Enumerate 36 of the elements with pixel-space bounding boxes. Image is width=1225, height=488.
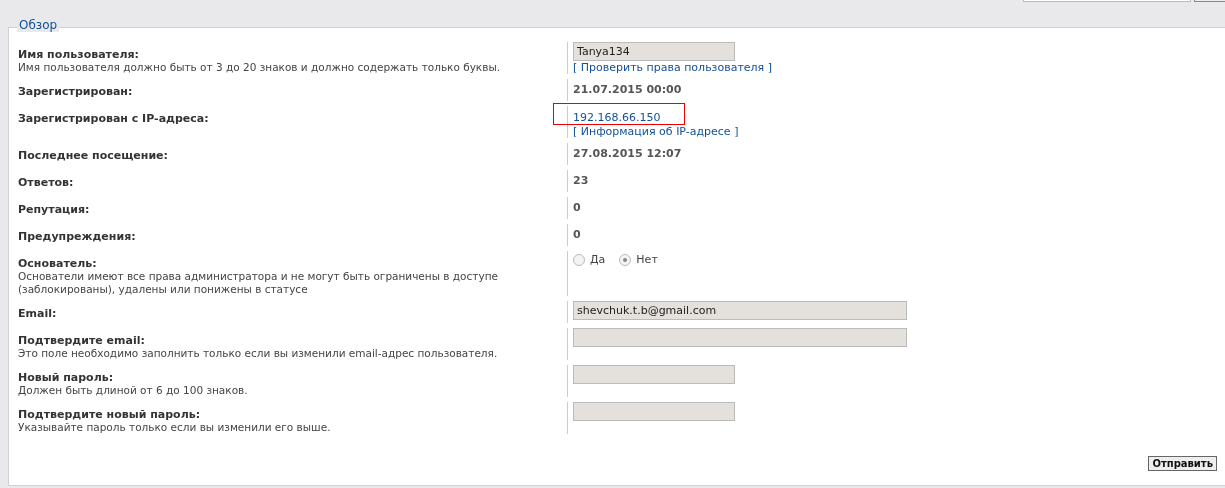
permissions-link[interactable]: [ Проверить права пользователя ] <box>573 61 773 74</box>
radio-label: Нет <box>636 253 658 266</box>
field-value: 21.07.2015 00:00 <box>573 83 682 96</box>
field-hint: Это поле необходимо заполнить только если вы изменили email-адрес пользователя. <box>18 347 499 360</box>
input-field[interactable] <box>573 328 907 347</box>
radio-button[interactable] <box>619 253 632 266</box>
field-label: Подтвердите email: <box>18 334 146 347</box>
radio-button[interactable] <box>573 253 585 266</box>
ip-address-link[interactable]: 192.168.66.150 <box>573 111 661 124</box>
field-label: Зарегистрирован с IP-адреса: <box>18 112 210 125</box>
field-label: Новый пароль: <box>18 371 115 384</box>
field-label: Последнее посещение: <box>18 149 169 162</box>
field-label: Ответов: <box>18 176 75 189</box>
field-hint: Имя пользователя должно быть от 3 до 20 знаков и должно содержать только буквы. <box>18 61 502 74</box>
input-field[interactable] <box>573 402 735 421</box>
panel-title: Обзор <box>17 18 60 32</box>
radio-label: Да <box>590 253 606 266</box>
field-value: 23 <box>573 174 589 187</box>
field-label: Основатель: <box>18 257 98 270</box>
input-field[interactable] <box>573 365 735 384</box>
field-label: Имя пользователя: <box>18 48 140 61</box>
field-hint: Указывайте пароль только если вы изменили его выше. <box>18 421 332 434</box>
field-label: Email: <box>18 307 58 320</box>
ip-info-link[interactable]: [ Информация об IP-адресе ] <box>573 125 739 138</box>
input-field[interactable]: Tanya134 <box>573 42 735 61</box>
field-label: Предупреждения: <box>18 230 137 243</box>
field-hint: Должен быть длиной от 6 до 100 знаков. <box>18 384 249 397</box>
input-field[interactable]: shevchuk.t.b@gmail.com <box>573 301 907 320</box>
field-label: Подтвердите новый пароль: <box>18 408 202 421</box>
field-value: 0 <box>573 228 581 241</box>
field-label: Зарегистрирован: <box>18 85 134 98</box>
field-value: 27.08.2015 12:07 <box>573 147 682 160</box>
submit-button[interactable]: Отправить <box>1148 456 1217 471</box>
field-label: Репутация: <box>18 203 91 216</box>
field-hint: Основатели имеют все права администратора и не могут быть ограничены в доступе (заблокированы), удалены или понижены в статусе <box>18 270 499 296</box>
field-value: 0 <box>573 201 581 214</box>
